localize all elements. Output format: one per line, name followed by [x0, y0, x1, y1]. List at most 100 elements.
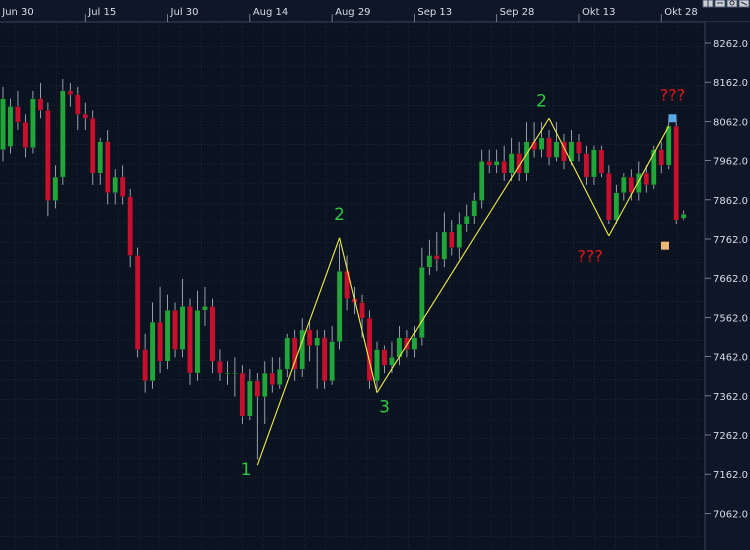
candle-bull	[419, 267, 425, 338]
candle-bull	[60, 90, 66, 178]
y-tick-label: 7362.0	[713, 392, 748, 403]
candle-bull	[30, 98, 36, 148]
candle-bull	[277, 368, 283, 385]
candle-bear	[321, 337, 328, 382]
candle-bull	[441, 231, 448, 260]
y-tick-label: 7062.0	[713, 509, 748, 520]
candle-bull	[621, 176, 627, 193]
candle-bear	[359, 302, 365, 319]
chart-background	[0, 0, 750, 550]
candle-bear	[187, 306, 193, 374]
candle-bull	[665, 125, 672, 166]
annotation-label: 2	[334, 205, 345, 225]
stock-chart: 1 2 3 2?????? Jun 30 Jul 15 Jul 30 Aug 14 Aug 2…	[0, 0, 750, 550]
y-tick-label: 7962.0	[713, 157, 748, 168]
candle-bear	[134, 255, 141, 350]
candle-bull	[613, 192, 620, 221]
marker-square	[668, 114, 677, 123]
candle-bull	[553, 141, 560, 158]
candle-bull	[493, 161, 500, 166]
candle-bear	[606, 172, 612, 221]
candle-bear	[306, 329, 313, 346]
x-tick-label: Sep 13	[417, 7, 452, 18]
y-tick-label: 7862.0	[713, 196, 748, 207]
x-tick-label: Jun 30	[1, 7, 34, 18]
zoom-in-icon[interactable]	[714, 0, 726, 8]
zoom-out-icon[interactable]	[726, 0, 738, 8]
candle-bear	[239, 372, 246, 417]
candle-bear	[127, 196, 133, 256]
x-tick-label: Sep 28	[500, 7, 535, 18]
candle-bull	[508, 153, 515, 174]
candle-bull	[262, 372, 268, 397]
candle-bull	[389, 357, 395, 366]
candle-bear	[104, 141, 111, 193]
candle-bull	[478, 161, 485, 201]
candle-bull	[329, 341, 335, 382]
candle-bull	[426, 255, 433, 268]
candle-bull	[202, 306, 208, 311]
candle-bull	[224, 372, 231, 375]
x-tick-label: Jul 15	[87, 7, 116, 18]
candle-bear	[449, 231, 455, 248]
candle-bull	[232, 372, 238, 375]
x-tick-label: Aug 14	[253, 7, 288, 18]
candle-bear	[291, 337, 298, 370]
candle-bull	[538, 137, 545, 150]
candle-bear	[22, 122, 29, 148]
candle-bull	[164, 310, 171, 362]
candle-bull	[456, 223, 463, 248]
candle-bear	[67, 90, 74, 95]
y-tick-label: 7562.0	[713, 313, 748, 324]
candlestick-chart: 1 2 3 2?????? Jun 30 Jul 15 Jul 30 Aug 14 Aug 2…	[0, 0, 750, 550]
candle-bear	[643, 172, 650, 186]
candle-bear	[269, 372, 276, 385]
y-tick-label: 7262.0	[713, 431, 748, 442]
candle-bear	[119, 176, 126, 197]
candle-bear	[576, 141, 582, 154]
settings-icon[interactable]	[738, 0, 750, 8]
annotation-label: ???	[660, 86, 685, 105]
candle-bear	[172, 310, 178, 350]
candle-bear	[501, 161, 507, 174]
candle-bear	[381, 349, 388, 366]
candle-bull	[7, 106, 14, 147]
y-tick-label: 8162.0	[713, 78, 748, 89]
y-tick-label: 7662.0	[713, 274, 748, 285]
candle-bull	[636, 172, 642, 193]
candle-bear	[673, 125, 679, 221]
candle-bull	[471, 200, 477, 217]
y-tick-label: 7762.0	[713, 235, 748, 246]
candle-bear	[598, 149, 605, 174]
candle-bull	[179, 306, 186, 350]
marker-square	[660, 241, 669, 250]
candle-bull	[112, 176, 118, 193]
x-tick-label: Okt 28	[664, 7, 698, 18]
crosshair-icon[interactable]	[702, 0, 714, 8]
candle-bear	[486, 161, 492, 166]
candle-bear	[658, 149, 664, 166]
candle-bear	[82, 114, 89, 119]
candle-bull	[52, 176, 59, 201]
candle-bull	[591, 149, 597, 178]
candle-bear	[45, 110, 51, 201]
x-tick-label: Okt 13	[582, 7, 616, 18]
candle-bear	[15, 106, 21, 123]
y-tick-label: 8062.0	[713, 117, 748, 128]
x-tick-label: Jul 30	[170, 7, 199, 18]
candle-bull	[149, 321, 156, 382]
y-tick-label: 8262.0	[713, 39, 748, 50]
candle-bear	[90, 118, 96, 174]
candle-bull	[97, 141, 103, 174]
y-tick-label: 7162.0	[713, 470, 748, 481]
annotation-label: 3	[379, 397, 390, 417]
annotation-label: ???	[577, 246, 602, 265]
candle-bear	[434, 255, 440, 260]
candle-bear	[546, 137, 552, 158]
candle-bull	[314, 337, 320, 346]
annotation-label: 2	[536, 92, 547, 112]
candle-bear	[583, 153, 590, 178]
candle-bull	[374, 349, 380, 382]
x-tick-label: Aug 29	[335, 7, 370, 18]
candle-bull	[411, 337, 418, 350]
